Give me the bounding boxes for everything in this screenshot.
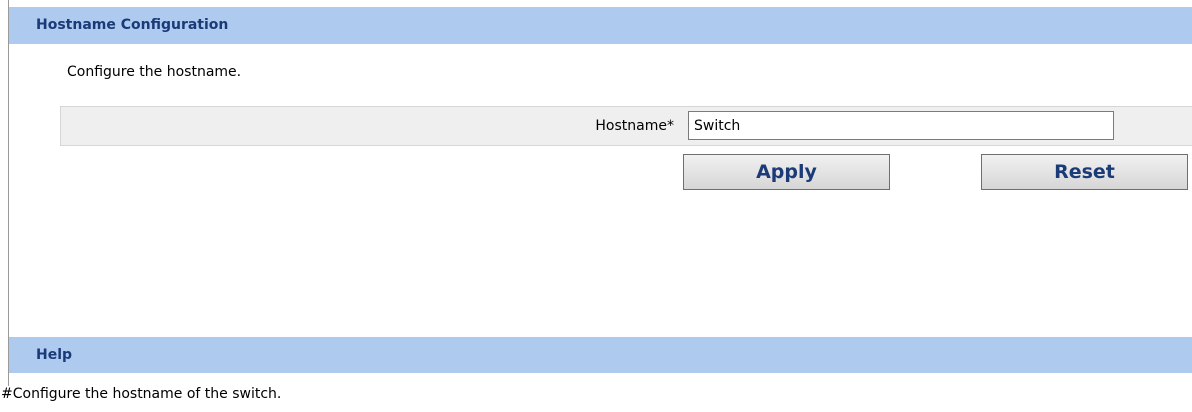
hostname-label: Hostname* xyxy=(595,118,674,134)
hostname-input[interactable] xyxy=(688,111,1114,140)
config-section-header: Hostname Configuration xyxy=(9,7,1192,44)
config-description: Configure the hostname. xyxy=(67,64,242,80)
help-section-title: Help xyxy=(36,347,73,363)
help-section-header: Help xyxy=(9,337,1192,373)
config-section-title: Hostname Configuration xyxy=(36,17,229,33)
hostname-form-row: Hostname* xyxy=(60,106,1192,146)
reset-button[interactable]: Reset xyxy=(981,154,1188,190)
frame-left-border xyxy=(8,0,9,386)
apply-button[interactable]: Apply xyxy=(683,154,890,190)
help-text: #Configure the hostname of the switch. xyxy=(1,386,282,402)
